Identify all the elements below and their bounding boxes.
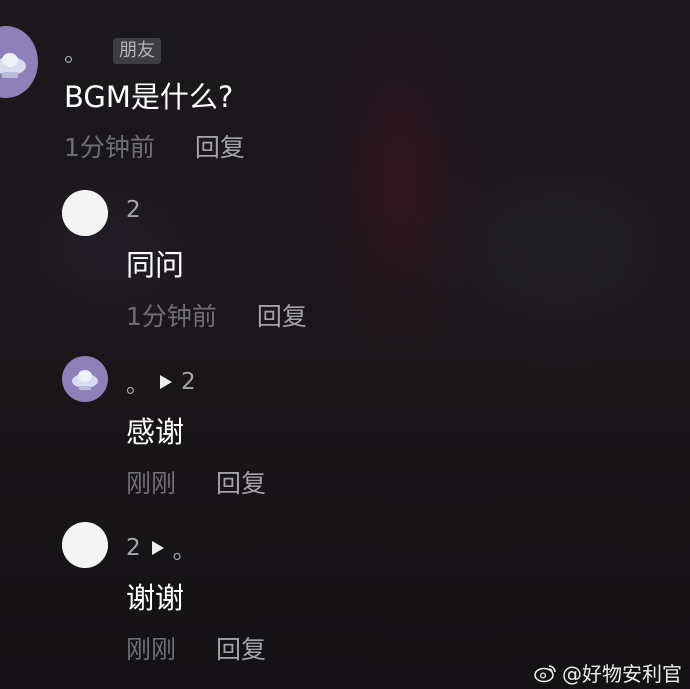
comment-author[interactable]: 2 — [126, 535, 141, 561]
reply-button[interactable]: 回复 — [257, 297, 307, 333]
comment-header: 2 — [126, 197, 141, 223]
comment-meta: 刚刚 回复 — [126, 464, 266, 500]
avatar[interactable] — [62, 356, 108, 402]
reply-arrow-icon — [151, 540, 165, 556]
comment-time: 刚刚 — [126, 469, 177, 498]
comment-header: 。 2 — [126, 365, 196, 399]
ufo-cartoon-icon — [0, 53, 26, 78]
comment-header: 。 朋友 — [64, 34, 161, 68]
comment-meta: 刚刚 回复 — [126, 630, 266, 666]
reply-button[interactable]: 回复 — [195, 128, 245, 164]
ufo-cartoon-icon — [72, 370, 98, 390]
comment-header: 2 。 — [126, 531, 196, 565]
reply-button[interactable]: 回复 — [216, 630, 266, 666]
friend-tag: 朋友 — [113, 38, 161, 64]
comment-text: 谢谢 — [126, 581, 185, 615]
comment-time: 1分钟前 — [64, 133, 155, 162]
blank-white-avatar — [62, 190, 108, 236]
comment-text: 同问 — [126, 248, 185, 282]
comment-time: 刚刚 — [126, 635, 177, 664]
comment-time: 1分钟前 — [126, 302, 217, 331]
reply-button[interactable]: 回复 — [216, 464, 266, 500]
comment-text: BGM是什么? — [64, 80, 234, 114]
comment-meta: 1分钟前 回复 — [126, 297, 307, 333]
comment-author[interactable]: 。 — [126, 365, 149, 399]
comment-text: 感谢 — [126, 415, 185, 449]
blank-white-avatar — [62, 522, 108, 568]
avatar[interactable] — [0, 26, 38, 98]
reply-to-author[interactable]: 。 — [173, 531, 196, 565]
watermark-text: @好物安利官 — [562, 662, 682, 686]
weibo-icon — [534, 664, 556, 682]
comment-author[interactable]: 。 — [64, 34, 87, 68]
comment-author[interactable]: 2 — [126, 197, 141, 223]
reply-arrow-icon — [159, 374, 173, 390]
avatar[interactable] — [62, 190, 108, 236]
comment-meta: 1分钟前 回复 — [64, 128, 245, 164]
reply-to-author[interactable]: 2 — [181, 369, 196, 395]
avatar[interactable] — [62, 522, 108, 568]
watermark: @好物安利官 — [534, 658, 682, 687]
